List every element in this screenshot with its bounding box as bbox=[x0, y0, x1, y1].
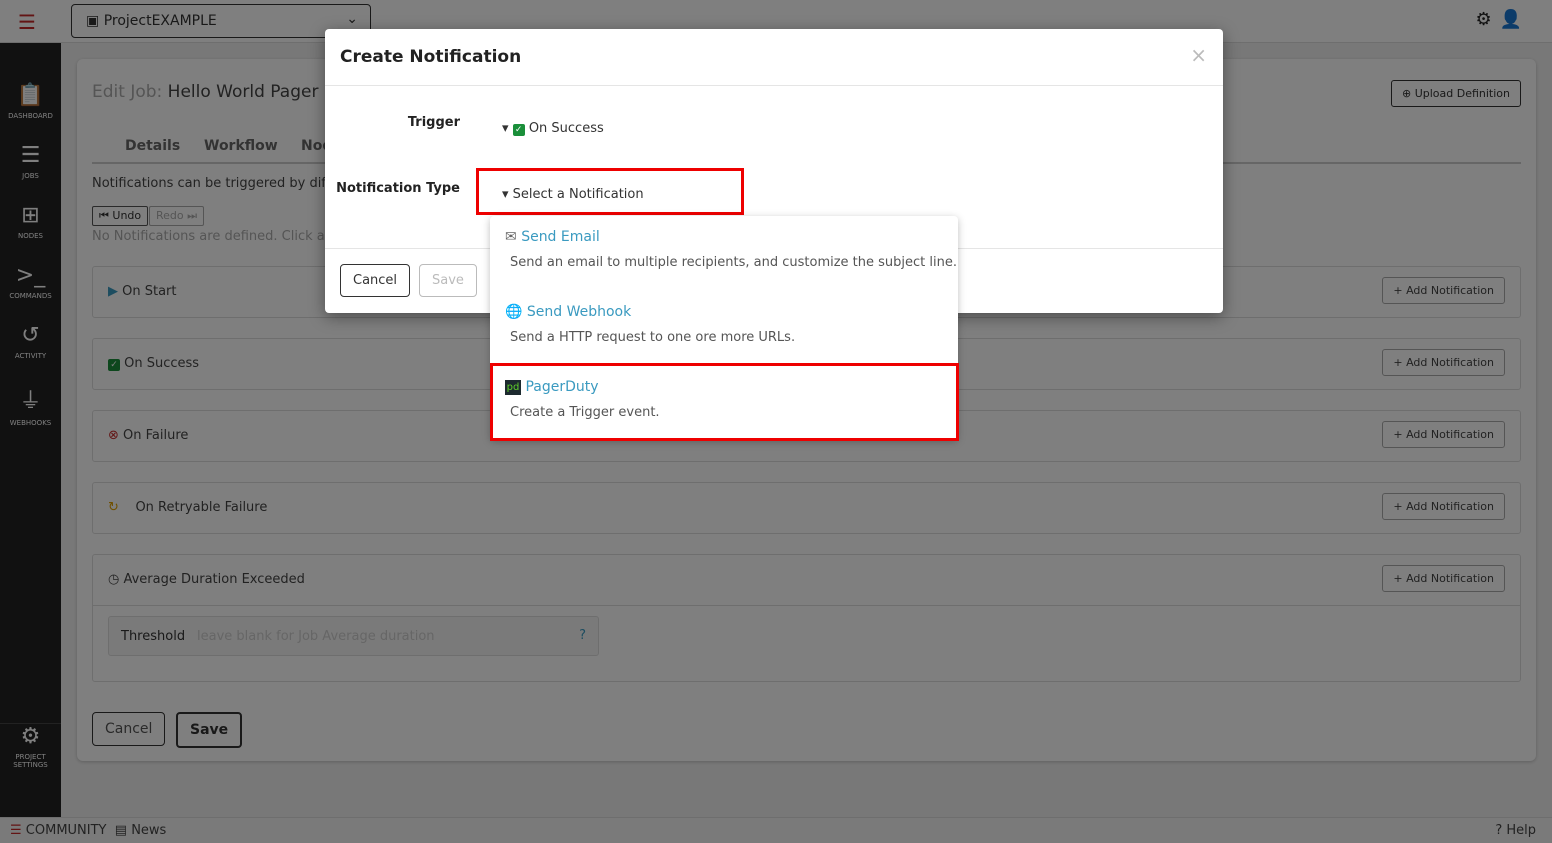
modal-save-button[interactable]: Save bbox=[419, 264, 477, 297]
modal-title: Create Notification bbox=[325, 29, 1223, 86]
close-icon[interactable]: × bbox=[1190, 43, 1207, 67]
envelope-icon: ✉ bbox=[505, 229, 517, 245]
globe-icon: 🌐 bbox=[505, 304, 523, 320]
highlight-box bbox=[476, 168, 744, 215]
option-send-webhook[interactable]: 🌐 Send Webhook Send a HTTP request to one… bbox=[505, 304, 795, 345]
trigger-select[interactable]: ▾ ✓ On Success bbox=[502, 121, 604, 136]
notification-type-label: Notification Type bbox=[336, 181, 460, 196]
option-send-email[interactable]: ✉ Send Email Send an email to multiple re… bbox=[505, 229, 957, 270]
trigger-label: Trigger bbox=[407, 115, 460, 130]
modal-cancel-button[interactable]: Cancel bbox=[340, 264, 411, 297]
highlight-box bbox=[490, 363, 959, 441]
